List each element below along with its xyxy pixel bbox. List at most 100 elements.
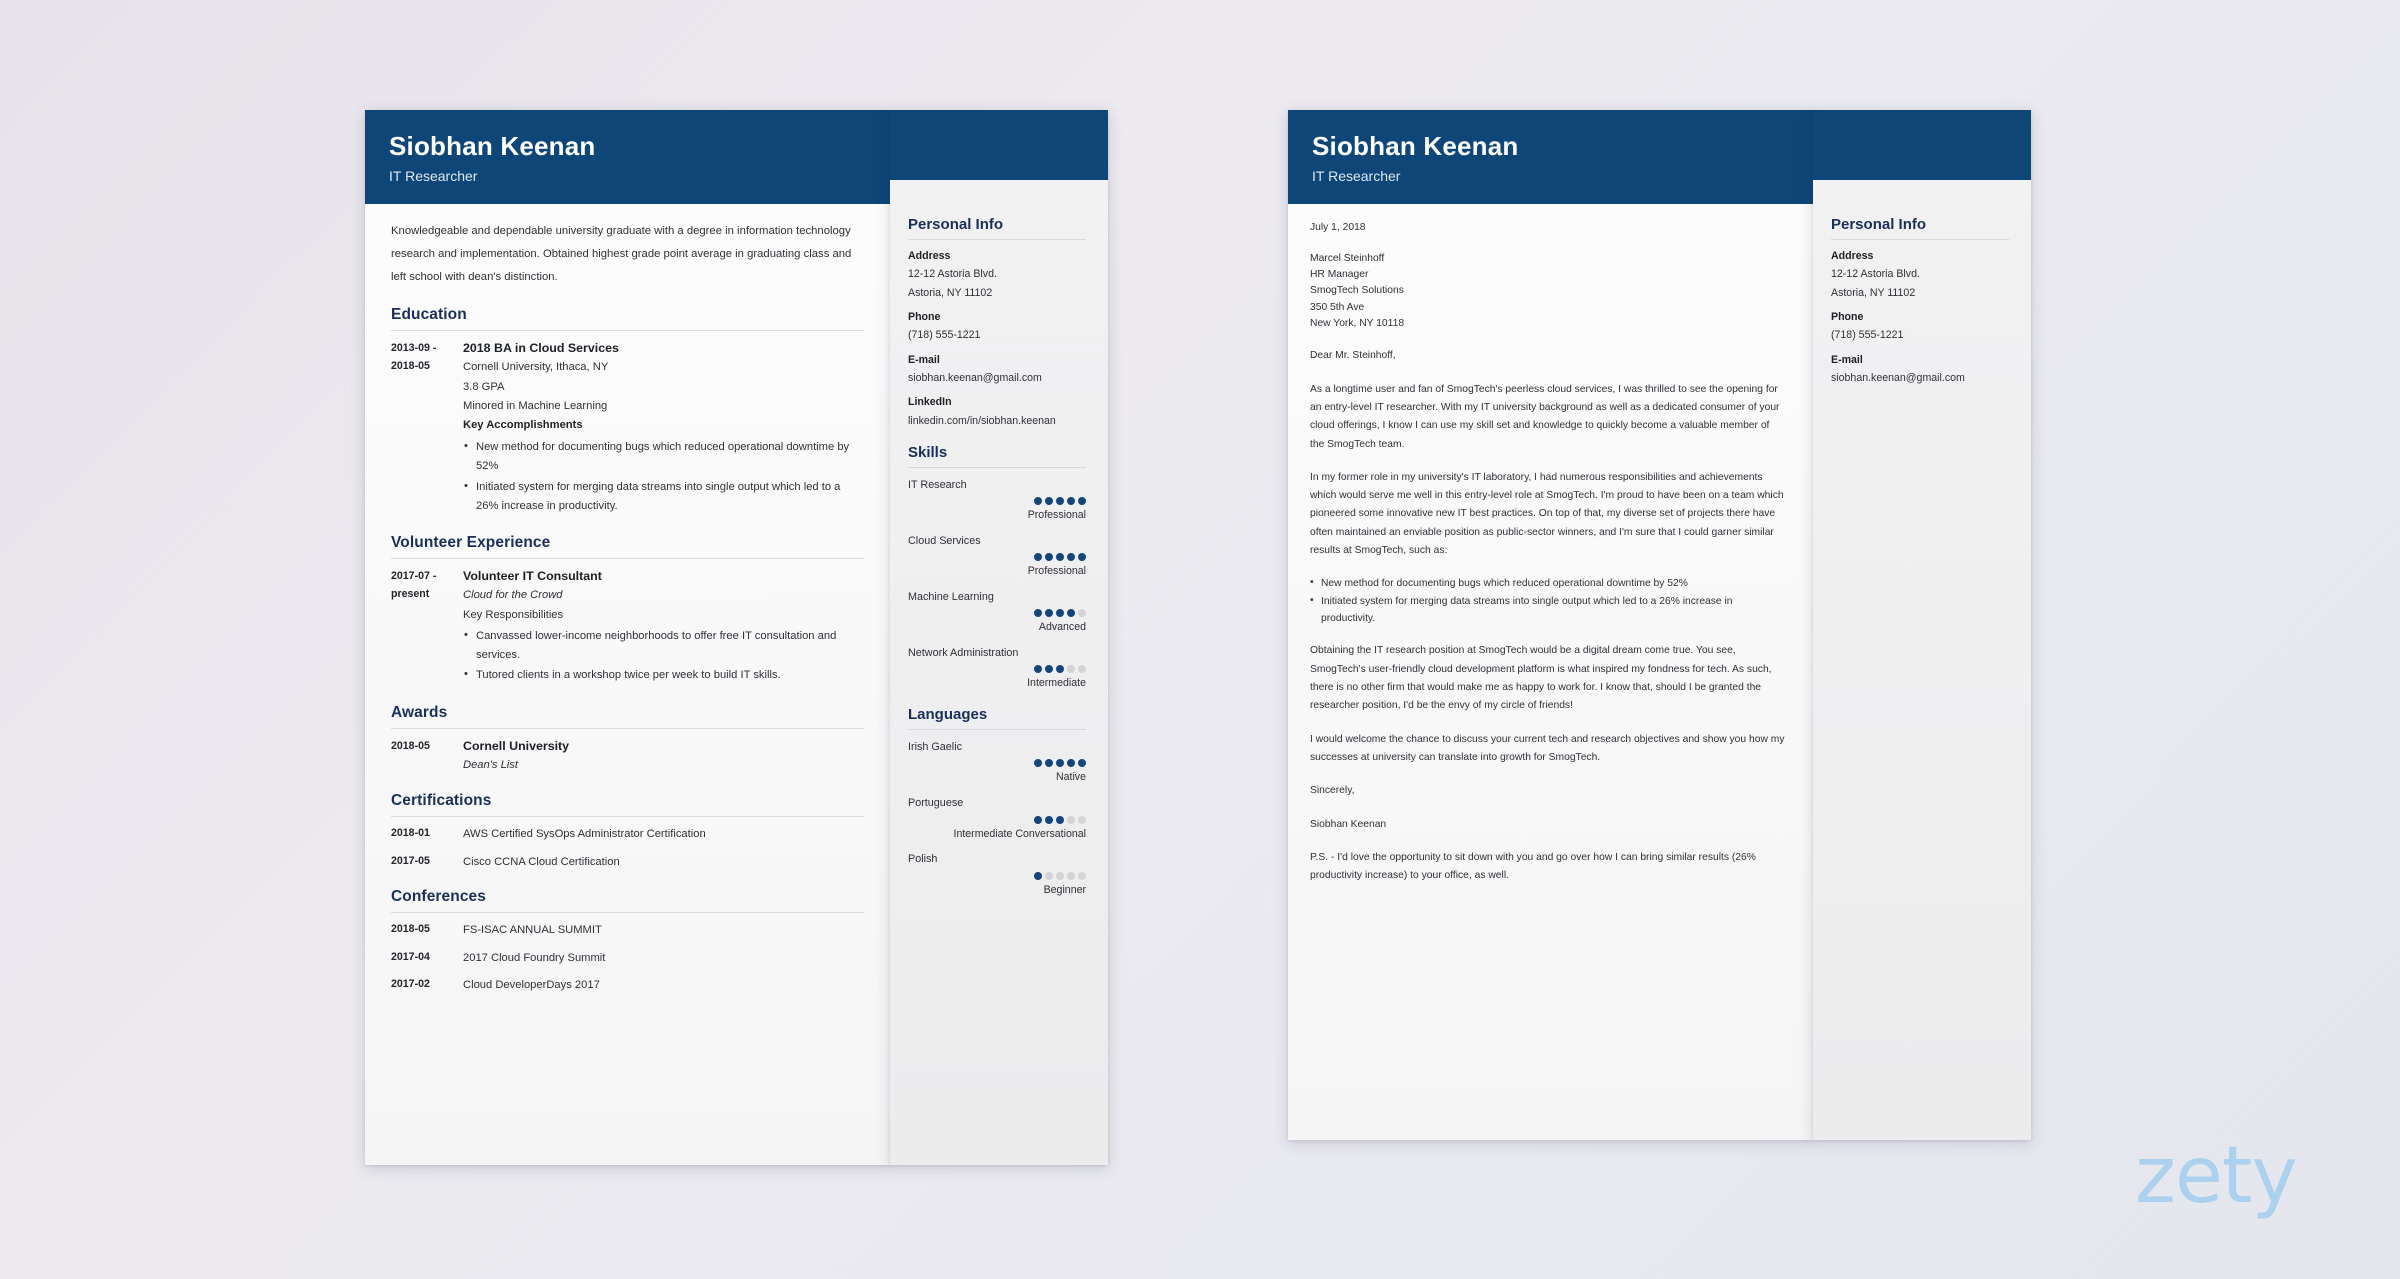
address-line-1: 12-12 Astoria Blvd. — [1831, 268, 1920, 281]
rating-item-name: IT Research — [908, 478, 967, 491]
rating-dot-filled — [1045, 497, 1053, 506]
education-gpa: 3.8 GPA — [463, 380, 505, 393]
rating-item-name: Cloud Services — [908, 535, 981, 548]
letter-banner: Siobhan Keenan IT Researcher — [1288, 110, 1813, 204]
volunteer-responsibilities-label: Key Responsibilities — [463, 608, 564, 621]
conference-row: 2017-04 2017 Cloud Foundry Summit — [391, 949, 864, 967]
volunteer-title: Volunteer IT Consultant — [463, 569, 602, 584]
certification-name: AWS Certified SysOps Administrator Certi… — [463, 828, 706, 841]
letter-paragraph-1: As a longtime user and fan of SmogTech's… — [1310, 383, 1780, 450]
conference-date: 2017-04 — [391, 950, 430, 963]
education-degree: 2018 BA in Cloud Services — [463, 341, 619, 356]
resume-sidebar: Personal Info Address 12-12 Astoria Blvd… — [890, 110, 1108, 1165]
rating-level-label: Beginner — [1043, 883, 1086, 896]
list-item: Initiated system for merging data stream… — [463, 477, 864, 517]
rating-level-label: Intermediate Conversational — [953, 827, 1087, 840]
rating-level-label: Professional — [1027, 565, 1086, 578]
letter-closing: Sincerely, — [1310, 785, 1355, 797]
certification-name: Cisco CCNA Cloud Certification — [463, 855, 620, 868]
resume-summary: Knowledgeable and dependable university … — [391, 224, 852, 283]
certification-date: 2017-05 — [391, 854, 430, 867]
list-item: Tutored clients in a workshop twice per … — [463, 665, 864, 685]
rating-dot-filled — [1056, 759, 1064, 768]
rating-dots — [908, 553, 1086, 562]
rating-dot-filled — [1045, 665, 1053, 674]
phone-value: (718) 555-1221 — [908, 329, 981, 342]
linkedin-value[interactable]: linkedin.com/in/siobhan.keenan — [908, 412, 1086, 430]
email-value: siobhan.keenan@gmail.com — [908, 372, 1042, 385]
rating-dot-filled — [1067, 759, 1075, 768]
rating-dot-filled — [1078, 497, 1086, 506]
email-value: siobhan.keenan@gmail.com — [1831, 372, 1965, 385]
address-line-2: Astoria, NY 11102 — [908, 286, 993, 299]
conference-name: Cloud DeveloperDays 2017 — [463, 979, 600, 992]
recipient-city: New York, NY 10118 — [1310, 317, 1405, 329]
rating-dot-filled — [1056, 815, 1064, 824]
rating-dot-filled — [1078, 759, 1086, 768]
recipient-name: Marcel Steinhoff — [1310, 252, 1385, 264]
conference-row: 2018-05 FS-ISAC ANNUAL SUMMIT — [391, 921, 864, 939]
awards-entry: 2018-05 Cornell University Dean's List — [391, 737, 864, 775]
rating-dots — [908, 759, 1086, 768]
volunteer-date: 2017-07 - present — [391, 567, 463, 687]
letter-signature: Siobhan Keenan — [1310, 818, 1387, 830]
skills-list: IT Research Professional Cloud Services Pro… — [908, 477, 1086, 692]
section-divider — [391, 558, 864, 560]
letter-paragraph-4: I would welcome the chance to discuss yo… — [1310, 733, 1785, 763]
resume-banner: Siobhan Keenan IT Researcher — [365, 110, 890, 204]
rating-item-name: Polish — [908, 853, 938, 866]
resume-job-title: IT Researcher — [389, 167, 478, 184]
rating-dot-filled — [1034, 665, 1042, 674]
section-heading-certifications: Certifications — [391, 792, 492, 810]
cover-letter-page: Siobhan Keenan IT Researcher July 1, 201… — [1288, 110, 1813, 1140]
rating-dot-filled — [1078, 553, 1086, 562]
letter-job-title: IT Researcher — [1312, 167, 1401, 184]
volunteer-organization: Cloud for the Crowd — [463, 589, 563, 602]
rating-dot-filled — [1056, 609, 1064, 618]
rating-level-label: Advanced — [1038, 621, 1086, 634]
email-label: E-mail — [1831, 353, 1863, 366]
rating-dots — [908, 497, 1086, 506]
sidebar-heading-skills: Skills — [908, 443, 948, 461]
list-item: New method for documenting bugs which re… — [463, 437, 864, 477]
rating-dot-empty — [1078, 871, 1086, 880]
recipient-street: 350 5th Ave — [1310, 301, 1365, 313]
letter-candidate-name: Siobhan Keenan — [1312, 131, 1519, 161]
sidebar-heading-personal-info: Personal Info — [908, 216, 1004, 233]
sidebar-banner-spacer — [1813, 110, 2031, 180]
section-divider — [391, 912, 864, 914]
section-divider — [908, 239, 1086, 240]
list-item: Canvassed lower-income neighborhoods to … — [463, 626, 864, 666]
sidebar-banner-spacer — [890, 110, 1108, 180]
education-accomplishments-label: Key Accomplishments — [463, 419, 583, 432]
rating-dot-filled — [1045, 759, 1053, 768]
resume-content: Knowledgeable and dependable university … — [365, 204, 890, 1024]
rating-dot-empty — [1045, 871, 1053, 880]
recipient-company: SmogTech Solutions — [1310, 285, 1404, 297]
certification-row: 2018-01 AWS Certified SysOps Administrat… — [391, 825, 864, 843]
section-heading-conferences: Conferences — [391, 888, 486, 906]
rating-dot-empty — [1067, 871, 1075, 880]
section-heading-awards: Awards — [391, 703, 448, 721]
education-school: Cornell University, Ithaca, NY — [463, 361, 609, 374]
volunteer-entry: 2017-07 - present Volunteer IT Consultan… — [391, 567, 864, 687]
section-divider — [1831, 239, 2009, 240]
rating-item-name: Network Administration — [908, 647, 1019, 660]
rating-dot-filled — [1045, 553, 1053, 562]
conference-date: 2017-02 — [391, 978, 430, 991]
address-line-2: Astoria, NY 11102 — [1831, 286, 1916, 299]
education-entry: 2013-09 - 2018-05 2018 BA in Cloud Servi… — [391, 339, 864, 517]
conference-name: FS-ISAC ANNUAL SUMMIT — [463, 924, 602, 937]
education-minor: Minored in Machine Learning — [463, 399, 608, 412]
rating-dot-filled — [1034, 609, 1042, 618]
rating-item-name: Machine Learning — [908, 591, 994, 604]
certification-date: 2018-01 — [391, 827, 430, 840]
letter-salutation: Dear Mr. Steinhoff, — [1310, 350, 1396, 362]
rating-item-name: Portuguese — [908, 797, 964, 810]
section-divider — [391, 727, 864, 729]
rating-dots — [908, 609, 1086, 618]
awards-title: Cornell University — [463, 738, 570, 753]
awards-date: 2018-05 — [391, 739, 430, 752]
rating-dot-filled — [1034, 815, 1042, 824]
rating-dot-empty — [1078, 665, 1086, 674]
